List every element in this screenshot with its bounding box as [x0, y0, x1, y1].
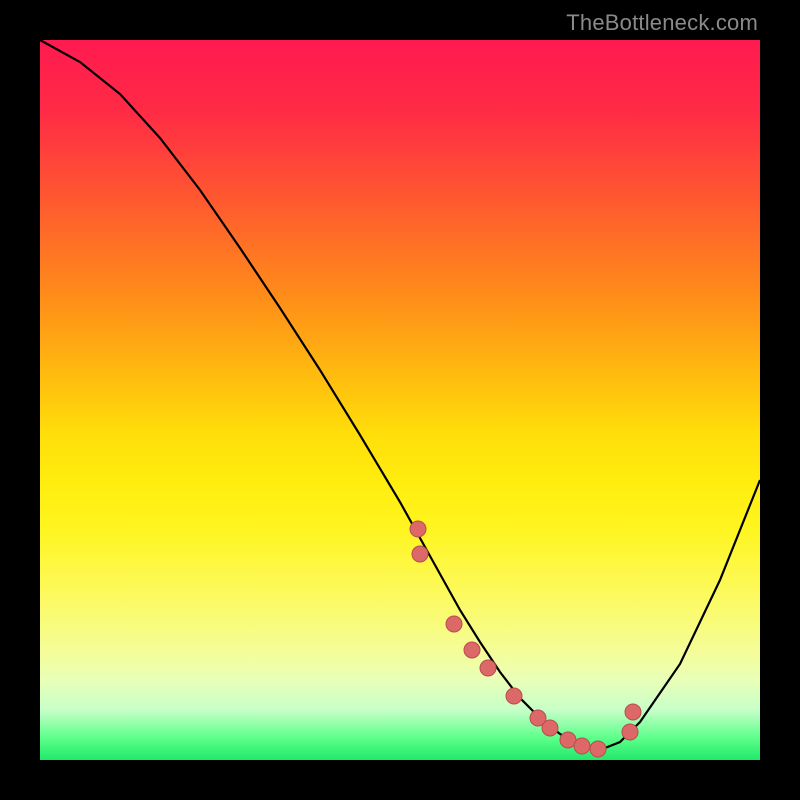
- marker-point: [480, 660, 496, 676]
- marker-point: [590, 741, 606, 757]
- marker-point: [622, 724, 638, 740]
- watermark-text: TheBottleneck.com: [566, 10, 758, 36]
- marker-point: [446, 616, 462, 632]
- marker-point: [506, 688, 522, 704]
- chart-container: TheBottleneck.com: [0, 0, 800, 800]
- marker-point: [625, 704, 641, 720]
- marker-point: [464, 642, 480, 658]
- marker-point: [574, 738, 590, 754]
- chart-curve: [40, 40, 760, 750]
- curve-path: [40, 40, 760, 750]
- marker-point: [412, 546, 428, 562]
- chart-overlay: [0, 0, 800, 800]
- chart-markers: [410, 521, 641, 757]
- marker-point: [410, 521, 426, 537]
- marker-point: [542, 720, 558, 736]
